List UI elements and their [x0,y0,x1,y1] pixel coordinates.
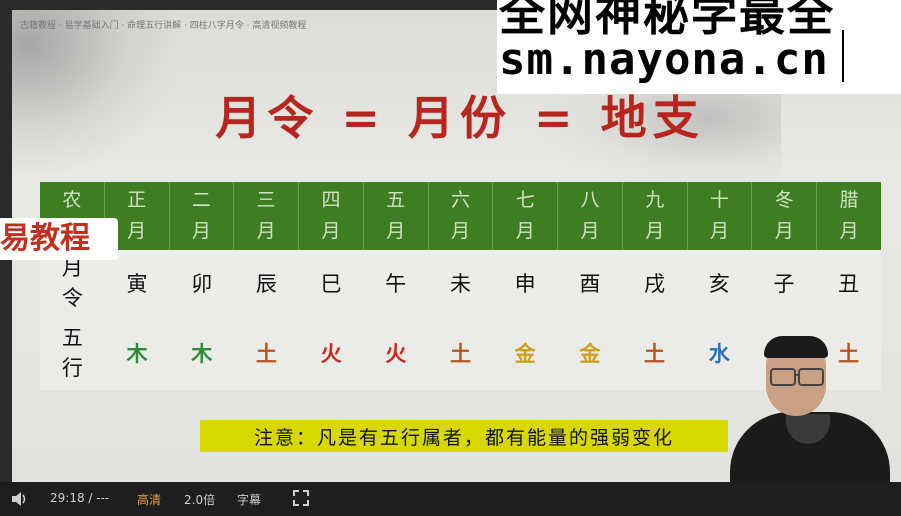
glasses-icon [770,368,796,386]
player-controls: 29:18 / --- 高清 2.0倍 字幕 [0,482,901,516]
glasses-icon [798,368,824,386]
element-cell: 土 [255,341,277,366]
cell-char: 月 [774,220,794,242]
cell-char: 月 [386,220,406,242]
table-header-row: 农月正月二月三月四月五月六月七月八月九月十月冬月腊月 [40,182,881,250]
cell-char: 十 [710,189,730,211]
cell-char: 月 [321,220,341,242]
branch-cell: 子 [773,272,795,296]
watermark-line2: sm.nayona.cn [499,34,829,85]
header-month: 十月 [688,182,753,250]
branch-cell: 巳 [320,272,342,296]
speed-button[interactable]: 2.0倍 [184,491,215,508]
element-cell: 木 [126,341,148,366]
header-month: 三月 [234,182,300,250]
text-cursor [842,30,844,82]
row-label-wuxing: 五行 [40,316,105,390]
glasses-bridge [794,374,800,376]
element-cell: 火 [385,341,407,366]
cell-char: 月 [580,220,600,242]
cell-char: 四 [321,189,341,211]
cell-char: 月 [839,220,859,242]
header-month: 腊月 [817,182,881,250]
header-month: 八月 [558,182,623,250]
presenter-hair [764,336,828,358]
ink-mountain-decoration [12,10,182,180]
cell-char: 七 [515,189,535,211]
watermark-overlay: 全网神秘学最全 sm.nayona.cn [497,0,901,94]
cell-char: 令 [61,286,83,310]
element-cell: 土 [449,341,471,366]
cell-char: 正 [127,189,147,211]
volume-icon[interactable] [10,490,30,508]
subtitle-button[interactable]: 字幕 [237,491,261,508]
branch-cell: 戌 [644,272,666,296]
cell-char: 月 [191,220,211,242]
branch-cell: 卯 [191,272,213,296]
branch-cell: 辰 [255,272,277,296]
header-month: 六月 [429,182,494,250]
branch-cell: 申 [514,272,536,296]
cell-char: 行 [61,356,83,380]
cell-char: 腊 [839,189,859,211]
quality-button[interactable]: 高清 [137,491,161,508]
header-month: 五月 [364,182,429,250]
cell-char: 月 [127,220,147,242]
branch-cell: 午 [385,272,407,296]
header-month: 七月 [493,182,559,250]
cell-char: 五 [386,189,406,211]
element-cell: 金 [514,341,536,366]
cell-char: 五 [61,326,83,350]
cell-char: 月 [515,220,535,242]
cell-char: 八 [580,189,600,211]
video-player[interactable]: 古籍教程 · 易学基础入门 · 命理五行讲解 · 四柱八字月令 · 高清视频教程… [0,0,901,516]
cell-char: 月 [256,220,276,242]
cell-char: 二 [191,189,211,211]
side-label: 易教程 [0,218,118,260]
cell-char: 月 [645,220,665,242]
cell-char: 九 [645,189,665,211]
element-cell: 木 [191,341,213,366]
cell-char: 三 [256,189,276,211]
branch-cell: 丑 [838,272,860,296]
fullscreen-icon[interactable] [292,489,310,507]
header-month: 二月 [170,182,235,250]
cell-char: 月 [450,220,470,242]
element-cell: 金 [579,341,601,366]
top-caption: 古籍教程 · 易学基础入门 · 命理五行讲解 · 四柱八字月令 · 高清视频教程 [20,21,307,31]
note-banner: 注意：凡是有五行属者，都有能量的强弱变化 [200,420,728,452]
header-month: 九月 [623,182,688,250]
time-display: 29:18 / --- [50,491,110,505]
branch-cell: 酉 [579,272,601,296]
cell-char: 农 [62,189,82,211]
header-month: 冬月 [752,182,818,250]
element-cell: 土 [644,341,666,366]
cell-char: 六 [450,189,470,211]
cell-char: 月 [710,220,730,242]
cell-char: 冬 [774,189,794,211]
table-row-branches: 月令寅卯辰巳午未申酉戌亥子丑 [40,250,881,316]
branch-cell: 未 [449,272,471,296]
element-cell: 火 [320,341,342,366]
branch-cell: 亥 [708,272,730,296]
header-month: 四月 [299,182,364,250]
presenter-video [700,330,901,482]
